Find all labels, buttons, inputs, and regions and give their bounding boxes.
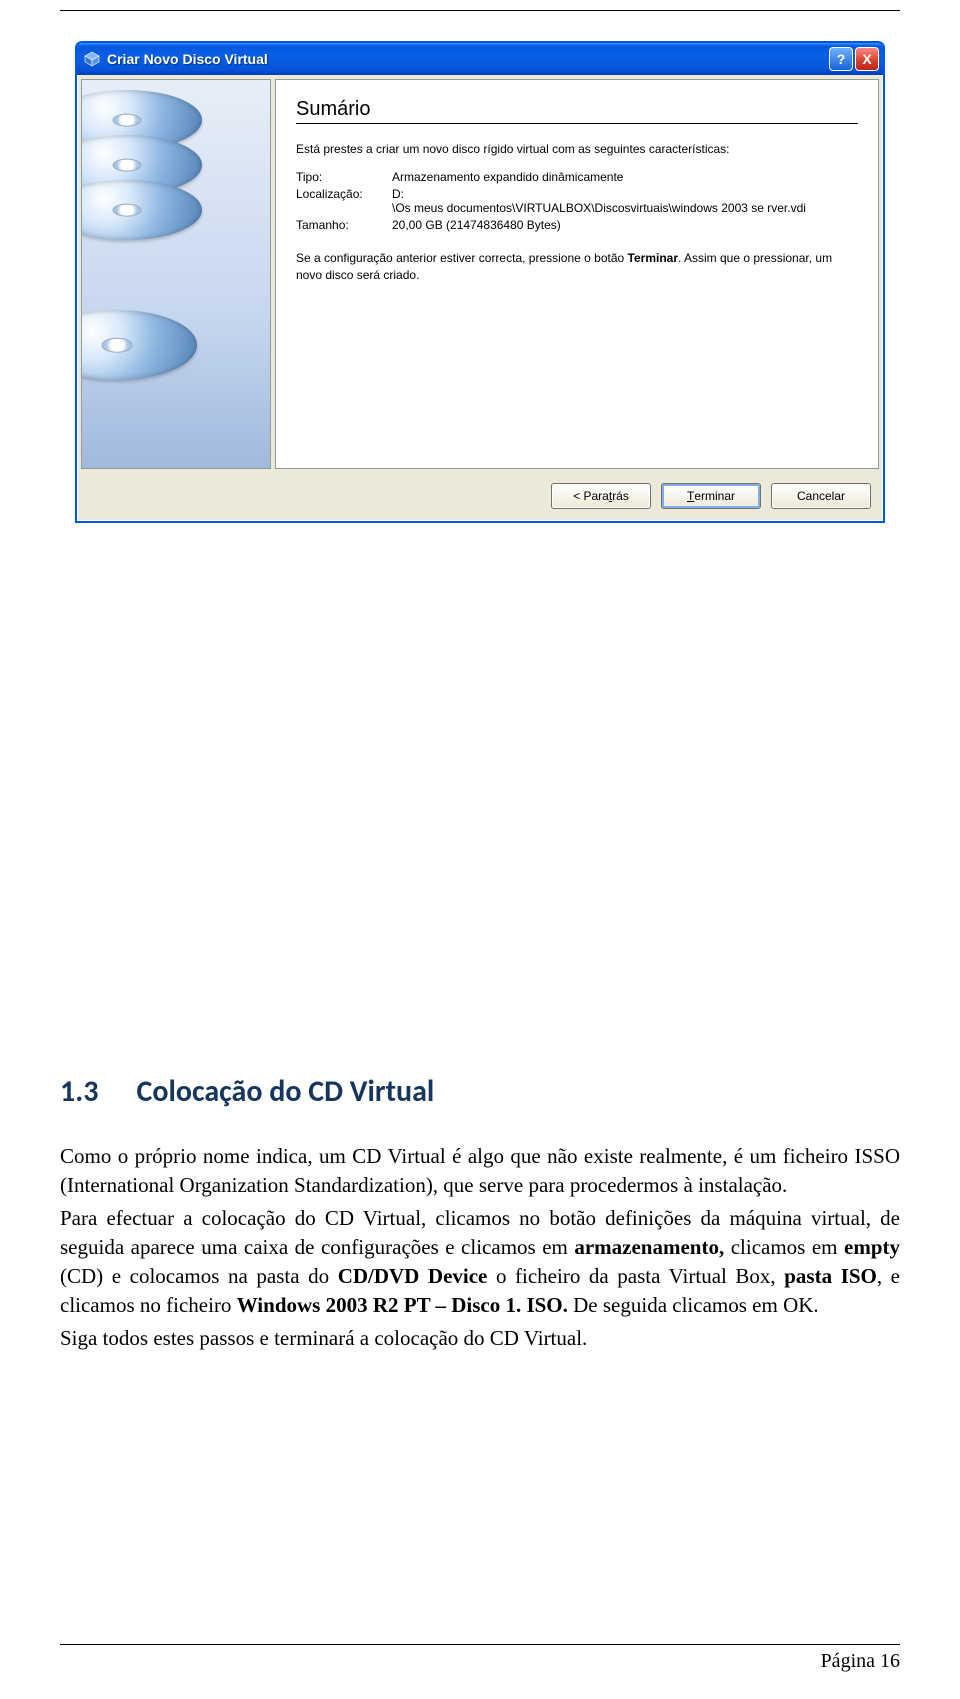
p2c: clicamos em bbox=[724, 1235, 844, 1259]
close-icon: X bbox=[862, 51, 871, 67]
btn-back-c: rás bbox=[612, 489, 629, 503]
value-loc: D: \Os meus documentos\VIRTUALBOX\Discos… bbox=[392, 187, 858, 215]
help-icon: ? bbox=[837, 51, 846, 67]
summary-grid: Tipo: Armazenamento expandido dinâmicame… bbox=[296, 170, 858, 232]
label-loc: Localização: bbox=[296, 187, 386, 215]
paragraph-2: Para efectuar a colocação do CD Virtual,… bbox=[60, 1204, 900, 1320]
finish-button[interactable]: Terminar bbox=[661, 483, 761, 509]
cube-icon bbox=[83, 50, 101, 68]
p2j: Windows 2003 R2 PT – Disco 1. ISO. bbox=[237, 1293, 568, 1317]
cancel-button[interactable]: Cancelar bbox=[771, 483, 871, 509]
p2k: De seguida clicamos em OK. bbox=[568, 1293, 819, 1317]
value-tipo: Armazenamento expandido dinâmicamente bbox=[392, 170, 858, 184]
label-tipo: Tipo: bbox=[296, 170, 386, 184]
value-loc-line1: D: bbox=[392, 187, 858, 201]
value-loc-line2: \Os meus documentos\VIRTUALBOX\Discosvir… bbox=[392, 201, 858, 215]
paragraph-3: Siga todos estes passos e terminará a co… bbox=[60, 1324, 900, 1353]
p2d: empty bbox=[844, 1235, 900, 1259]
p2f: CD/DVD Device bbox=[338, 1264, 488, 1288]
btn-finish-b: erminar bbox=[694, 489, 735, 503]
help-button[interactable]: ? bbox=[829, 47, 853, 71]
btn-finish-a: T bbox=[687, 489, 694, 503]
top-rule bbox=[60, 10, 900, 11]
xp-dialog: Criar Novo Disco Virtual ? X Sumário Est… bbox=[75, 41, 885, 523]
btn-cancel: Cancelar bbox=[797, 489, 845, 503]
titlebar: Criar Novo Disco Virtual ? X bbox=[77, 43, 883, 75]
p2h: pasta ISO bbox=[784, 1264, 877, 1288]
section-title: Colocação do CD Virtual bbox=[136, 1073, 434, 1110]
p2b: armazenamento, bbox=[574, 1235, 724, 1259]
summary-footnote: Se a configuração anterior estiver corre… bbox=[296, 250, 858, 284]
btn-back-a: < Para bbox=[573, 489, 609, 503]
value-tam: 20,00 GB (21474836480 Bytes) bbox=[392, 218, 858, 232]
summary-heading: Sumário bbox=[296, 98, 858, 124]
back-button[interactable]: < Para trás bbox=[551, 483, 651, 509]
left-illustration bbox=[81, 79, 271, 469]
page-number: Página 16 bbox=[821, 1650, 900, 1673]
section-heading: 1.3 Colocação do CD Virtual bbox=[60, 1073, 900, 1110]
label-tam: Tamanho: bbox=[296, 218, 386, 232]
footnote-b: Terminar bbox=[628, 251, 678, 265]
disk-icon bbox=[81, 180, 202, 240]
dialog-body: Sumário Está prestes a criar um novo dis… bbox=[77, 75, 883, 473]
footnote-a: Se a configuração anterior estiver corre… bbox=[296, 251, 628, 265]
summary-intro: Está prestes a criar um novo disco rígid… bbox=[296, 142, 858, 156]
dialog-title: Criar Novo Disco Virtual bbox=[107, 51, 827, 67]
section-number: 1.3 bbox=[60, 1073, 98, 1110]
bottom-rule bbox=[60, 1644, 900, 1645]
p2e: (CD) e colocamos na pasta do bbox=[60, 1264, 338, 1288]
right-pane: Sumário Está prestes a criar um novo dis… bbox=[275, 79, 879, 469]
p2g: o ficheiro da pasta Virtual Box, bbox=[487, 1264, 784, 1288]
paragraph-1: Como o próprio nome indica, um CD Virtua… bbox=[60, 1142, 900, 1200]
disk-icon bbox=[81, 310, 197, 380]
close-button[interactable]: X bbox=[855, 47, 879, 71]
dialog-footer: < Para trás Terminar Cancelar bbox=[77, 473, 883, 521]
